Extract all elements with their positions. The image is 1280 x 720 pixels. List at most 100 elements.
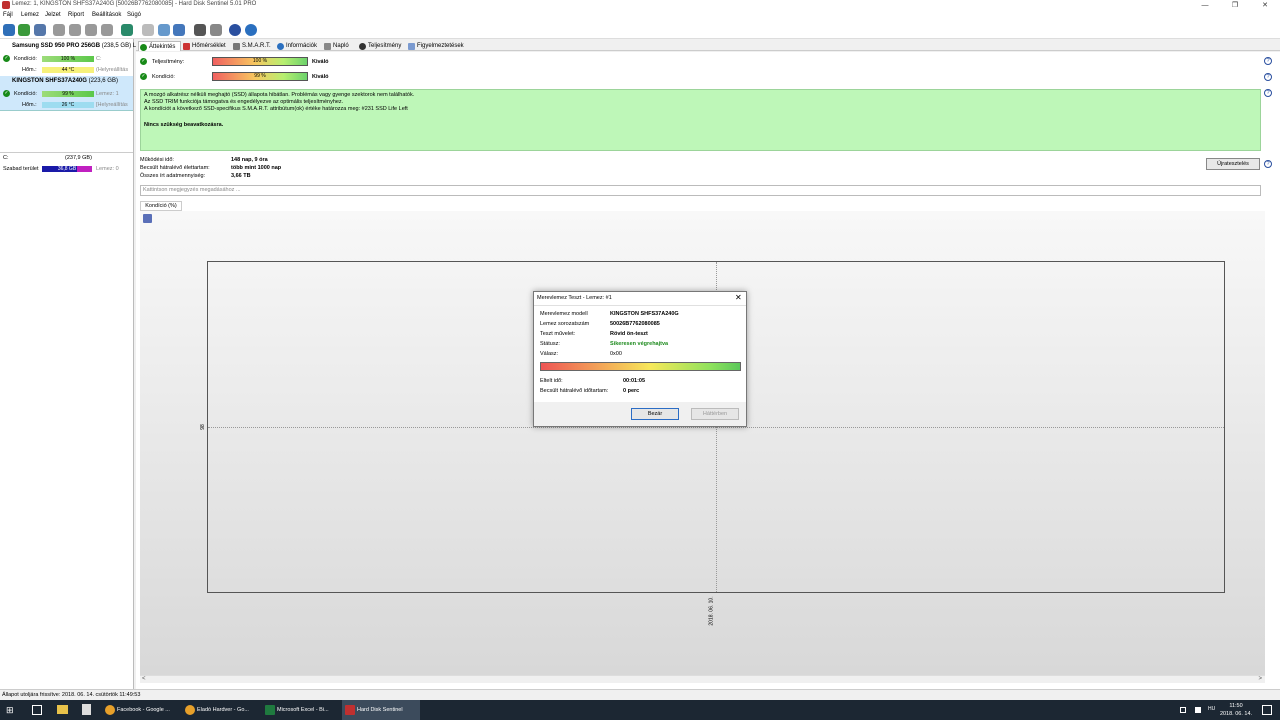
- disk-title: Samsung SSD 950 PRO 256GB (238,5 GB) Le: [12, 43, 139, 49]
- help-icon[interactable]: [229, 24, 241, 36]
- clock-date: 2018. 06. 14.: [1219, 711, 1253, 717]
- tab-performance[interactable]: Teljesítmény: [358, 41, 401, 51]
- close-window-button[interactable]: ✕: [1250, 0, 1280, 11]
- scroll-right-icon[interactable]: >: [1258, 676, 1262, 683]
- network-tray-icon[interactable]: [1180, 707, 1186, 713]
- written-label: Összes írt adatmennyiség:: [140, 173, 206, 179]
- menu-file[interactable]: Fájl: [3, 12, 13, 18]
- temp-label: Hőm.:: [22, 102, 37, 108]
- calculator-icon[interactable]: [82, 704, 91, 715]
- status-bar: Állapot utoljára frissítve: 2018. 06. 14…: [0, 689, 1280, 700]
- maximize-button[interactable]: ❐: [1220, 0, 1250, 11]
- task-label: Microsoft Excel - Bi...: [277, 707, 329, 713]
- disk-icon[interactable]: [34, 24, 46, 36]
- serial-label: Lemez sorozatszám: [540, 321, 590, 327]
- comment-input[interactable]: Kattintson megjegyzés megadásához ...: [140, 185, 1261, 196]
- performance-label: Teljesítmény:: [152, 59, 185, 65]
- refresh-icon[interactable]: [3, 24, 15, 36]
- condition-text: Kiváló: [312, 74, 329, 80]
- save-report-icon[interactable]: [158, 24, 170, 36]
- chrome-icon: [105, 705, 115, 715]
- windows-start-icon[interactable]: ⊞: [6, 705, 16, 715]
- volume-size: (237,9 GB): [65, 155, 92, 161]
- close-button[interactable]: Bezár: [631, 408, 679, 420]
- volume-item[interactable]: C: (237,9 GB) Szabad terület 36,8 GB Lem…: [0, 152, 133, 176]
- help-icon[interactable]: ?: [1264, 73, 1272, 81]
- temp-extra: (Helyreállítás: [96, 67, 129, 73]
- help-icon[interactable]: ?: [1264, 160, 1272, 168]
- app-icon: [2, 1, 10, 9]
- volume-tray-icon[interactable]: [1195, 707, 1201, 713]
- taskbar-item-chrome-hardver[interactable]: Eladó Hardver - Go...: [182, 700, 260, 720]
- thermometer-icon: [183, 43, 190, 50]
- chart-horizontal-gridline: [208, 427, 1224, 428]
- taskbar-item-chrome-facebook[interactable]: Facebook - Google ...: [102, 700, 180, 720]
- tab-label: Áttekintés: [149, 44, 176, 50]
- operation-label: Teszt művelet:: [540, 331, 576, 337]
- disk-name: KINGSTON SHFS37A240G: [12, 78, 87, 84]
- answer-label: Válasz:: [540, 351, 559, 357]
- retest-button[interactable]: Újratesztelés: [1206, 158, 1260, 170]
- check-icon: [140, 44, 147, 51]
- tab-label: Figyelmeztetések: [417, 43, 464, 49]
- tab-overview[interactable]: Áttekintés: [138, 41, 181, 51]
- written-value: 3,66 TB: [231, 173, 251, 179]
- report-icon[interactable]: [142, 24, 154, 36]
- taskbar-item-hds[interactable]: Hard Disk Sentinel: [342, 700, 420, 720]
- ok-check-icon: ✓: [3, 55, 10, 62]
- clock-time: 11:50: [1229, 703, 1243, 709]
- menu-report-mark[interactable]: Jelzet: [45, 12, 61, 18]
- condition-value: 99 %: [254, 73, 266, 79]
- disk-item-samsung[interactable]: Samsung SSD 950 PRO 256GB (238,5 GB) Le …: [0, 41, 139, 76]
- disk-item-kingston[interactable]: KINGSTON SHFS37A240G (223,6 GB) ✓ Kondíc…: [0, 76, 133, 111]
- dialog-close-icon[interactable]: ✕: [735, 293, 742, 303]
- tab-alerts[interactable]: Figyelmeztetések: [407, 41, 464, 51]
- task-label: Hard Disk Sentinel: [357, 707, 403, 713]
- globe-icon[interactable]: [18, 24, 30, 36]
- tab-label: Teljesítmény: [368, 43, 402, 49]
- tool1-icon[interactable]: [53, 24, 65, 36]
- tab-log[interactable]: Napló: [323, 41, 349, 51]
- menu-report[interactable]: Riport: [68, 12, 84, 18]
- help-icon[interactable]: ?: [1264, 57, 1272, 65]
- menu-help[interactable]: Súgó: [127, 12, 141, 18]
- condition-label: Kondíció:: [14, 91, 37, 97]
- disk-title: KINGSTON SHFS37A240G (223,6 GB): [12, 78, 118, 84]
- language-tray-icon[interactable]: HU: [1208, 706, 1215, 712]
- tab-condition-percent[interactable]: Kondíció (%): [140, 201, 182, 211]
- menu-settings[interactable]: Beállítások: [92, 12, 121, 18]
- gear-icon[interactable]: [210, 24, 222, 36]
- chrome-icon: [185, 705, 195, 715]
- condition-extra: Lemez: 1: [96, 91, 119, 97]
- tab-label: Napló: [333, 43, 349, 49]
- monitor-icon[interactable]: [194, 24, 206, 36]
- network-icon[interactable]: [121, 24, 133, 36]
- status-value: Sikeresen végrehajtva: [610, 341, 669, 347]
- free-space-label: Szabad terület: [3, 166, 39, 172]
- tab-temperature[interactable]: Hőmérséklet: [182, 41, 226, 51]
- notifications-icon[interactable]: [1262, 705, 1272, 715]
- minimize-button[interactable]: —: [1190, 0, 1220, 11]
- test-progress-bar: [540, 362, 741, 371]
- tab-smart[interactable]: S.M.A.R.T.: [232, 41, 271, 51]
- scroll-left-icon[interactable]: <: [142, 676, 146, 683]
- tool2-icon[interactable]: [69, 24, 81, 36]
- y-axis-tick: 98: [199, 424, 206, 430]
- disk-size: (223,6 GB): [88, 78, 118, 84]
- help-icon[interactable]: ?: [1264, 89, 1272, 97]
- task-label: Facebook - Google ...: [117, 707, 170, 713]
- horizontal-scrollbar[interactable]: < >: [140, 675, 1265, 683]
- taskbar-item-excel[interactable]: Microsoft Excel - Bi...: [262, 700, 340, 720]
- background-button[interactable]: Háttérben: [691, 408, 739, 420]
- tool4-icon[interactable]: [101, 24, 113, 36]
- menu-disk[interactable]: Lemez: [21, 12, 39, 18]
- send-icon[interactable]: [173, 24, 185, 36]
- tool3-icon[interactable]: [85, 24, 97, 36]
- save-icon[interactable]: [143, 214, 152, 223]
- tab-info[interactable]: Információk: [276, 41, 317, 51]
- file-explorer-icon[interactable]: [57, 705, 68, 714]
- task-view-icon[interactable]: [32, 705, 42, 715]
- info-icon[interactable]: [245, 24, 257, 36]
- temp-bar: 44 °C: [42, 67, 94, 73]
- lifetime-value: több mint 1000 nap: [231, 165, 282, 171]
